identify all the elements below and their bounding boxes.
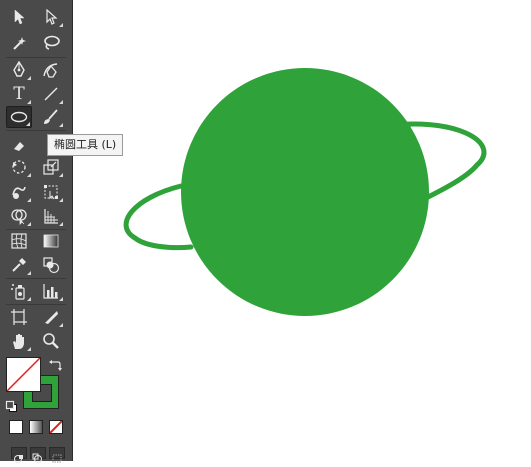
none-mode-button[interactable]	[49, 420, 63, 434]
planet-ring-back-left[interactable]	[123, 183, 184, 241]
artboard-icon	[11, 309, 27, 325]
arrow-white-icon	[46, 9, 58, 25]
zoom-icon	[43, 333, 59, 349]
planet-circle[interactable]	[181, 68, 429, 316]
draw-inside-button[interactable]	[49, 447, 65, 463]
warp-icon	[12, 186, 26, 199]
gradient-icon	[43, 234, 59, 248]
lasso-icon	[44, 35, 60, 50]
separator	[6, 278, 66, 279]
paintbrush-tool[interactable]	[38, 106, 64, 128]
blend-icon	[43, 257, 60, 274]
artboard-tool[interactable]	[6, 306, 32, 328]
eraser-icon	[14, 142, 24, 151]
warp-tool[interactable]	[6, 181, 32, 203]
tools-panel: T	[0, 0, 73, 463]
ellipse-tool[interactable]	[6, 106, 32, 128]
type-tool[interactable]: T	[6, 83, 32, 105]
mesh-tool[interactable]	[6, 230, 32, 252]
submenu-indicator	[27, 173, 31, 177]
slice-icon	[45, 311, 58, 324]
rotate-icon	[12, 160, 26, 174]
free-transform-icon	[44, 185, 58, 200]
submenu-indicator	[27, 100, 31, 104]
rotate-tool[interactable]	[6, 156, 32, 178]
gradient-mode-button[interactable]	[29, 420, 43, 434]
perspective-grid-icon	[44, 209, 58, 224]
shape-builder-tool[interactable]	[6, 205, 32, 227]
column-graph-tool[interactable]	[38, 280, 64, 302]
swap-arrow-icon	[49, 360, 62, 371]
submenu-indicator	[27, 347, 31, 351]
separator	[6, 304, 66, 305]
submenu-indicator	[59, 23, 63, 27]
planet-ring-front-right[interactable]	[425, 162, 480, 200]
separator	[6, 57, 66, 58]
submenu-indicator	[27, 76, 31, 80]
direct-selection-tool[interactable]	[38, 6, 64, 28]
lasso-tool[interactable]	[38, 32, 64, 54]
swap-fill-stroke-button[interactable]	[48, 357, 62, 371]
zoom-tool[interactable]	[38, 330, 64, 352]
draw-normal-icon	[14, 455, 23, 463]
none-slash-icon	[50, 421, 62, 433]
blob-brush-tool[interactable]	[6, 134, 32, 156]
submenu-indicator	[26, 122, 30, 126]
submenu-indicator	[59, 323, 63, 327]
default-colors-icon	[5, 400, 17, 412]
submenu-indicator	[59, 100, 63, 104]
draw-behind-button[interactable]	[30, 447, 46, 463]
submenu-indicator	[59, 198, 63, 202]
hand-icon	[13, 334, 24, 349]
default-fill-stroke-button[interactable]	[5, 398, 18, 412]
hand-tool[interactable]	[6, 330, 32, 352]
drawing-mode-button[interactable]	[11, 447, 27, 463]
shape-builder-icon	[11, 209, 27, 225]
symbol-sprayer-icon	[11, 284, 25, 300]
arrow-black-icon	[14, 9, 25, 25]
draw-inside-icon	[52, 454, 62, 463]
curvature-tool[interactable]	[38, 59, 64, 81]
artboard-canvas[interactable]	[73, 0, 531, 461]
fill-swatch[interactable]	[6, 357, 41, 392]
eyedropper-tool[interactable]	[6, 254, 32, 276]
mesh-icon	[11, 233, 27, 249]
symbol-sprayer-tool[interactable]	[6, 280, 32, 302]
gradient-tool[interactable]	[38, 230, 64, 252]
pen-tool[interactable]	[6, 59, 32, 81]
planet-ring-front-left[interactable]	[132, 235, 194, 251]
eyedropper-icon	[12, 258, 26, 272]
magic-wand-icon	[13, 37, 26, 50]
submenu-indicator	[27, 297, 31, 301]
draw-behind-icon	[32, 453, 42, 463]
none-slash-icon	[7, 358, 40, 391]
selection-tool[interactable]	[6, 6, 32, 28]
submenu-indicator	[59, 173, 63, 177]
separator	[6, 130, 66, 131]
submenu-indicator	[59, 123, 63, 127]
line-icon	[44, 87, 58, 101]
column-graph-icon	[43, 284, 58, 299]
submenu-indicator	[27, 271, 31, 275]
pen-icon	[13, 61, 25, 77]
scale-tool[interactable]	[38, 156, 64, 178]
type-icon: T	[13, 84, 25, 104]
submenu-indicator	[59, 297, 63, 301]
tool-tooltip: 椭圆工具 (L)	[47, 134, 124, 156]
submenu-indicator	[27, 198, 31, 202]
slice-tool[interactable]	[38, 306, 64, 328]
perspective-grid-tool[interactable]	[38, 205, 64, 227]
artwork	[123, 68, 487, 316]
curvature-pen-icon	[43, 63, 58, 78]
magic-wand-tool[interactable]	[6, 32, 32, 54]
color-mode-button[interactable]	[9, 420, 23, 434]
scale-icon	[43, 159, 59, 175]
line-segment-tool[interactable]	[38, 83, 64, 105]
blend-tool[interactable]	[38, 254, 64, 276]
brush-icon	[44, 109, 58, 124]
submenu-indicator	[59, 222, 63, 226]
free-transform-tool[interactable]	[38, 181, 64, 203]
submenu-indicator	[27, 222, 31, 226]
